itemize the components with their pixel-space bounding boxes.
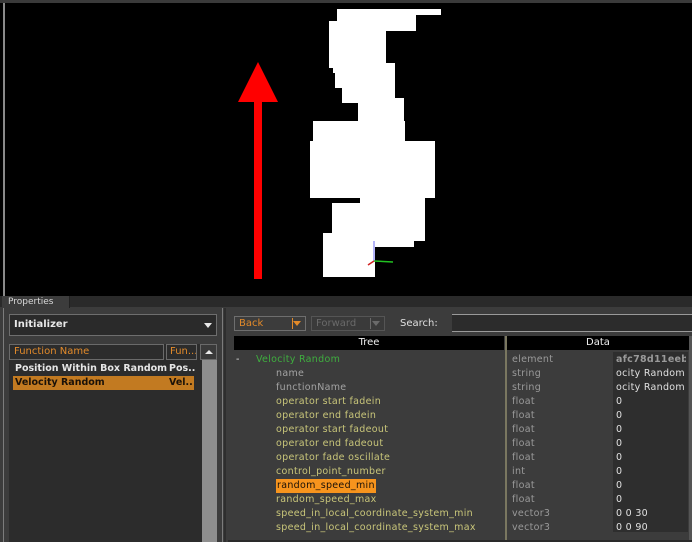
- tree-property-row[interactable]: operator fade oscillate float 0: [228, 451, 688, 465]
- back-button[interactable]: Back: [234, 316, 306, 331]
- tree-node-value: afc78d11eeb: [616, 354, 686, 365]
- column-header-function[interactable]: Fun...: [166, 344, 197, 360]
- scrollbar-track[interactable]: [202, 360, 217, 542]
- particle-viewport[interactable]: [0, 0, 692, 296]
- tree-property-row[interactable]: random_speed_max float 0: [228, 493, 688, 507]
- function-list: Function Name Fun... Position Within Box…: [9, 344, 217, 542]
- property-type: string: [512, 382, 542, 393]
- property-tree-panel: Back Forward Search: Tree Data - Velocit…: [228, 308, 692, 542]
- property-value[interactable]: ocity Random: [616, 367, 686, 381]
- property-name: operator start fadein: [276, 396, 382, 407]
- tree-property-row[interactable]: operator start fadein float 0: [228, 395, 688, 409]
- property-name: control_point_number: [276, 466, 386, 477]
- property-value[interactable]: 0: [616, 479, 686, 493]
- list-header: Function Name Fun...: [9, 344, 199, 360]
- property-value[interactable]: 0: [616, 493, 686, 507]
- properties-panel: Properties Initializer Function Name Fun…: [0, 296, 692, 542]
- column-header-function-name[interactable]: Function Name: [9, 344, 164, 360]
- function-list-panel: Initializer Function Name Fun... Positio…: [3, 308, 223, 542]
- particle-sprite: [370, 239, 414, 247]
- tree-property-row[interactable]: operator start fadeout float 0: [228, 423, 688, 437]
- up-arrow: [238, 62, 278, 279]
- property-value[interactable]: 0: [616, 437, 686, 451]
- property-name: functionName: [276, 382, 347, 393]
- particle-sprite: [323, 233, 375, 277]
- tree-property-row[interactable]: speed_in_local_coordinate_system_min vect…: [228, 507, 688, 521]
- forward-label: Forward: [316, 318, 357, 329]
- property-value[interactable]: 0 0 90: [616, 521, 686, 535]
- chevron-down-icon[interactable]: [372, 321, 380, 326]
- property-value[interactable]: 0: [616, 465, 686, 479]
- tree-property-row[interactable]: operator end fadein float 0: [228, 409, 688, 423]
- tree-node-name: Velocity Random: [256, 354, 341, 365]
- arrow-head: [238, 62, 278, 102]
- property-name: operator end fadein: [276, 410, 377, 421]
- property-type: vector3: [512, 522, 551, 533]
- tree-node-type: element: [512, 354, 554, 365]
- property-type: vector3: [512, 508, 551, 519]
- property-name: operator end fadeout: [276, 438, 384, 449]
- list-item-selected[interactable]: Velocity Random Vel..: [13, 376, 194, 390]
- scroll-up-button[interactable]: [200, 344, 217, 360]
- property-name: speed_in_local_coordinate_system_min: [276, 508, 473, 519]
- tree-property-row[interactable]: functionName string ocity Random: [228, 381, 688, 395]
- property-type: float: [512, 396, 535, 407]
- arrow-shaft: [254, 101, 262, 279]
- particle-sprites: [310, 9, 441, 277]
- viewport-canvas: [238, 9, 441, 279]
- forward-button[interactable]: Forward: [311, 316, 385, 331]
- particle-sprite: [313, 121, 405, 141]
- property-value[interactable]: 0: [616, 409, 686, 423]
- search-label: Search:: [400, 318, 438, 329]
- function-short: Pos..: [169, 363, 196, 374]
- property-name: operator start fadeout: [276, 424, 389, 435]
- property-value[interactable]: ocity Random: [616, 381, 686, 395]
- axis-y: [373, 260, 394, 263]
- property-type: float: [512, 494, 535, 505]
- property-type: float: [512, 480, 535, 491]
- chevron-down-icon: [204, 323, 212, 328]
- property-value[interactable]: 0: [616, 423, 686, 437]
- function-name: Velocity Random: [15, 377, 105, 388]
- column-header-tree[interactable]: Tree: [234, 336, 504, 350]
- chevron-down-icon[interactable]: [293, 321, 301, 326]
- property-name: name: [276, 368, 305, 379]
- panel-divider[interactable]: [224, 308, 226, 542]
- property-value[interactable]: 0 0 30: [616, 507, 686, 521]
- tree-property-row[interactable]: operator end fadeout float 0: [228, 437, 688, 451]
- particle-sprite: [342, 63, 395, 103]
- particle-sprite: [329, 23, 386, 68]
- tree-property-row[interactable]: speed_in_local_coordinate_system_max vect…: [228, 521, 688, 535]
- collapse-toggle[interactable]: -: [236, 353, 239, 367]
- tab-strip: [0, 296, 692, 307]
- property-value[interactable]: 0: [616, 395, 686, 409]
- column-header-data[interactable]: Data: [507, 336, 689, 350]
- property-value[interactable]: 0: [616, 451, 686, 465]
- separator: [370, 318, 371, 329]
- property-type: int: [512, 466, 526, 477]
- search-input[interactable]: [452, 314, 692, 332]
- property-type: float: [512, 424, 535, 435]
- property-type: string: [512, 368, 542, 379]
- property-type: float: [512, 452, 535, 463]
- tree-root-row[interactable]: - Velocity Random element afc78d11eeb: [228, 353, 688, 367]
- category-select[interactable]: Initializer: [9, 314, 217, 336]
- category-select-value: Initializer: [14, 319, 68, 330]
- list-item[interactable]: Position Within Box Random Pos..: [13, 362, 196, 376]
- tree-property-row[interactable]: random_speed_min float 0: [228, 479, 688, 493]
- particle-sprite: [332, 203, 412, 233]
- function-short: Vel..: [169, 377, 193, 388]
- property-name: speed_in_local_coordinate_system_max: [276, 522, 476, 533]
- particle-sprite: [358, 98, 404, 123]
- tree-property-row[interactable]: control_point_number int 0: [228, 465, 688, 479]
- property-name: random_speed_max: [276, 494, 377, 505]
- chevron-up-icon: [205, 350, 213, 354]
- property-name: operator fade oscillate: [276, 452, 391, 463]
- property-type: float: [512, 438, 535, 449]
- property-type: float: [512, 410, 535, 421]
- back-label: Back: [239, 318, 264, 329]
- tree-property-row[interactable]: name string ocity Random: [228, 367, 688, 381]
- function-name: Position Within Box Random: [15, 363, 168, 374]
- property-name: random_speed_min: [276, 479, 376, 493]
